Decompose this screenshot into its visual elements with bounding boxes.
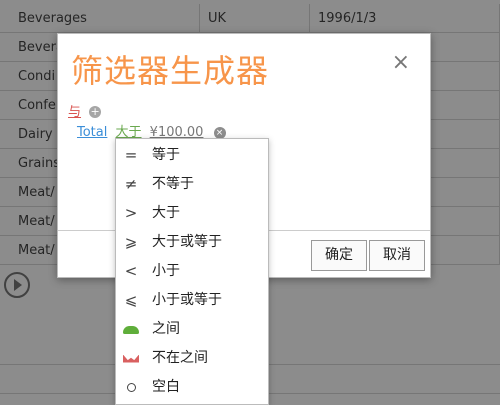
operator-dropdown: = 等于 ≠ 不等于 > 大于 ⩾ 大于或等于 < 小于 ⩽ 小于或等于 之间 … (115, 138, 269, 405)
dialog-title: 筛选器生成器 (71, 52, 270, 90)
operator-option-greater-equal[interactable]: ⩾ 大于或等于 (116, 228, 268, 256)
logic-group-row: 与 + (68, 101, 102, 120)
option-label: 之间 (152, 321, 180, 337)
option-label: 大于 (152, 205, 180, 221)
equals-icon: = (124, 146, 138, 164)
cancel-button[interactable]: 取消 (369, 240, 425, 271)
option-label: 不等于 (152, 176, 194, 192)
between-icon (122, 315, 140, 343)
operator-option-less-equal[interactable]: ⩽ 小于或等于 (116, 286, 268, 314)
greater-than-icon: > (124, 204, 138, 222)
logic-operator-link[interactable]: 与 (68, 105, 81, 120)
operator-option-greater-than[interactable]: > 大于 (116, 199, 268, 227)
option-label: 大于或等于 (152, 234, 222, 250)
option-label: 小于或等于 (152, 292, 222, 308)
operator-option-not-between[interactable]: 不在之间 (116, 344, 268, 372)
greater-equal-icon: ⩾ (124, 233, 138, 251)
not-between-icon (122, 344, 140, 372)
close-icon[interactable]: × (392, 50, 410, 75)
operator-option-not-equals[interactable]: ≠ 不等于 (116, 170, 268, 198)
option-label: 空白 (152, 379, 180, 395)
blank-icon (122, 373, 140, 401)
option-label: 不在之间 (152, 350, 208, 366)
option-label: 小于 (152, 263, 180, 279)
not-equals-icon: ≠ (124, 175, 138, 193)
add-condition-icon[interactable]: + (89, 106, 102, 118)
ok-button[interactable]: 确定 (311, 240, 367, 271)
option-label: 等于 (152, 147, 180, 163)
operator-option-equals[interactable]: = 等于 (116, 141, 268, 169)
operator-option-blank[interactable]: 空白 (116, 373, 268, 401)
operator-option-less-than[interactable]: < 小于 (116, 257, 268, 285)
condition-field-link[interactable]: Total (77, 125, 107, 140)
operator-option-between[interactable]: 之间 (116, 315, 268, 343)
less-than-icon: < (124, 262, 138, 280)
less-equal-icon: ⩽ (124, 291, 138, 309)
